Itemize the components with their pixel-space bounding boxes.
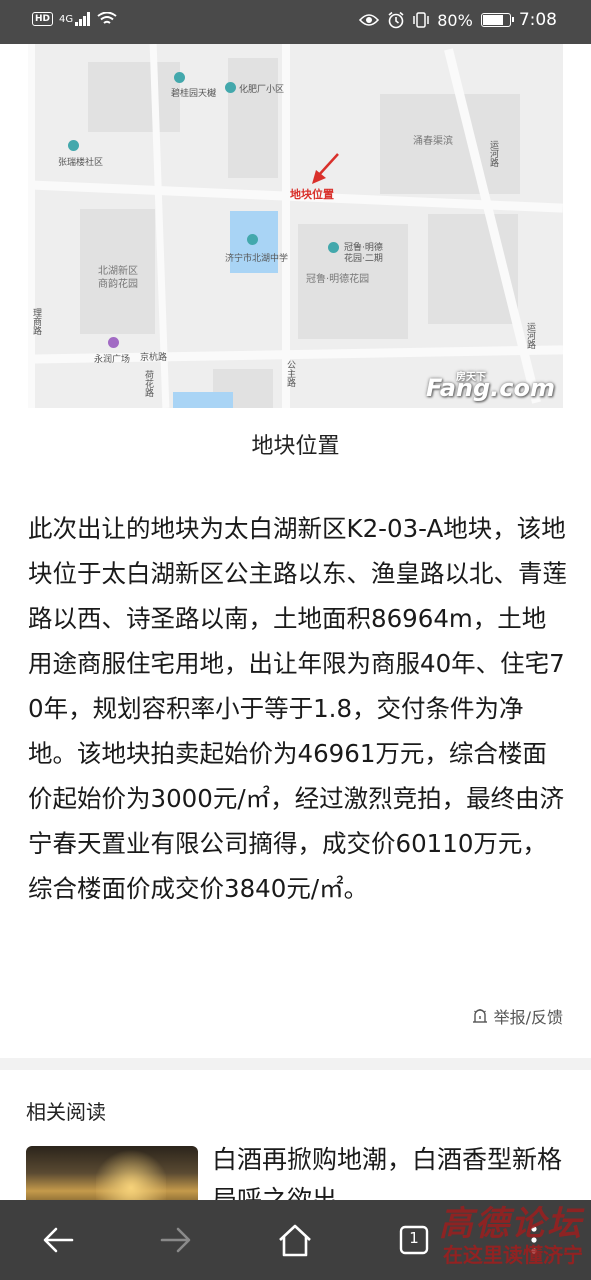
hd-badge: HD bbox=[32, 12, 54, 26]
status-left: HD 4G bbox=[32, 12, 117, 26]
battery-percent: 80% bbox=[437, 10, 473, 30]
battery-icon bbox=[480, 13, 514, 27]
status-bar: HD 4G 80% 7:08 bbox=[0, 0, 591, 44]
map-road bbox=[282, 44, 290, 408]
map-label: 理商路 bbox=[31, 308, 41, 335]
wifi-icon bbox=[97, 12, 117, 24]
tabs-button[interactable]: 1 bbox=[394, 1220, 434, 1260]
eye-icon bbox=[359, 14, 380, 26]
fang-watermark: 房天下 Fang.com bbox=[426, 372, 555, 402]
related-reading-title: 相关阅读 bbox=[26, 1100, 106, 1124]
map-poi-icon bbox=[247, 234, 258, 245]
map-label: 张瑞楼社区 bbox=[58, 158, 104, 168]
map-label: 碧桂园天樾 bbox=[171, 89, 217, 99]
map-label: 化肥厂小区 bbox=[239, 85, 285, 95]
forum-watermark-line2: 在这里读懂济宁 bbox=[443, 1243, 583, 1267]
signal-icon bbox=[75, 12, 91, 26]
alarm-icon bbox=[388, 11, 404, 29]
map-water bbox=[173, 392, 233, 408]
fang-watermark-top: 房天下 bbox=[456, 372, 487, 383]
clock: 7:08 bbox=[518, 10, 557, 30]
image-caption: 地块位置 bbox=[251, 434, 340, 459]
back-icon[interactable] bbox=[38, 1220, 78, 1260]
map-block bbox=[88, 62, 180, 132]
map-label: 花园·二期 bbox=[344, 254, 383, 264]
map-road bbox=[28, 44, 35, 408]
forward-icon[interactable] bbox=[156, 1220, 196, 1260]
network-type: 4G bbox=[59, 13, 74, 25]
map-label: 运河路 bbox=[525, 322, 535, 349]
map-block bbox=[228, 58, 278, 178]
report-icon bbox=[472, 1009, 487, 1023]
map-poi-icon bbox=[108, 337, 119, 348]
map-label: 冠鲁·明德花园 bbox=[306, 274, 370, 285]
section-divider bbox=[0, 1058, 591, 1070]
report-feedback-label: 举报/反馈 bbox=[493, 1008, 563, 1027]
map-label: 京杭路 bbox=[140, 353, 168, 363]
map-poi-icon bbox=[225, 82, 236, 93]
related-thumbnail[interactable] bbox=[26, 1146, 198, 1206]
battery-level bbox=[482, 15, 504, 25]
map-poi-icon bbox=[174, 72, 185, 83]
map-target-label: 地块位置 bbox=[290, 188, 334, 201]
forum-watermark-line1: 高德论坛 bbox=[439, 1204, 583, 1244]
tab-count: 1 bbox=[409, 1229, 419, 1247]
map-label: 运河路 bbox=[488, 140, 498, 167]
map-label: 涌春渠滨 bbox=[413, 136, 453, 147]
map-label: 永润广场 bbox=[94, 355, 131, 365]
article-body: 此次出让的地块为太白湖新区K2-03-A地块，该地块位于太白湖新区公主路以东、渔… bbox=[28, 514, 567, 903]
map-label: 济宁市北湖中学 bbox=[225, 254, 289, 264]
fang-watermark-text: Fang.com bbox=[426, 374, 555, 402]
home-icon[interactable] bbox=[275, 1220, 315, 1260]
map-label: 荷花路 bbox=[143, 370, 153, 397]
vibrate-icon bbox=[413, 12, 429, 28]
map-poi-icon bbox=[68, 140, 79, 151]
report-feedback-link[interactable]: 举报/反馈 bbox=[472, 1004, 563, 1028]
map-label: 公主路 bbox=[285, 360, 295, 387]
location-map: 碧桂园天樾 化肥厂小区 张瑞楼社区 涌春渠滨 运河路 北湖新区 商韵花园 济宁市… bbox=[28, 44, 563, 408]
location-arrow-icon bbox=[312, 153, 339, 184]
thumbnail-image bbox=[96, 1146, 166, 1206]
status-right: 80% 7:08 bbox=[359, 10, 557, 30]
map-poi-icon bbox=[328, 242, 339, 253]
map-label: 商韵花园 bbox=[98, 279, 138, 290]
forum-watermark: 高德论坛 在这里读懂济宁 bbox=[439, 1196, 583, 1268]
